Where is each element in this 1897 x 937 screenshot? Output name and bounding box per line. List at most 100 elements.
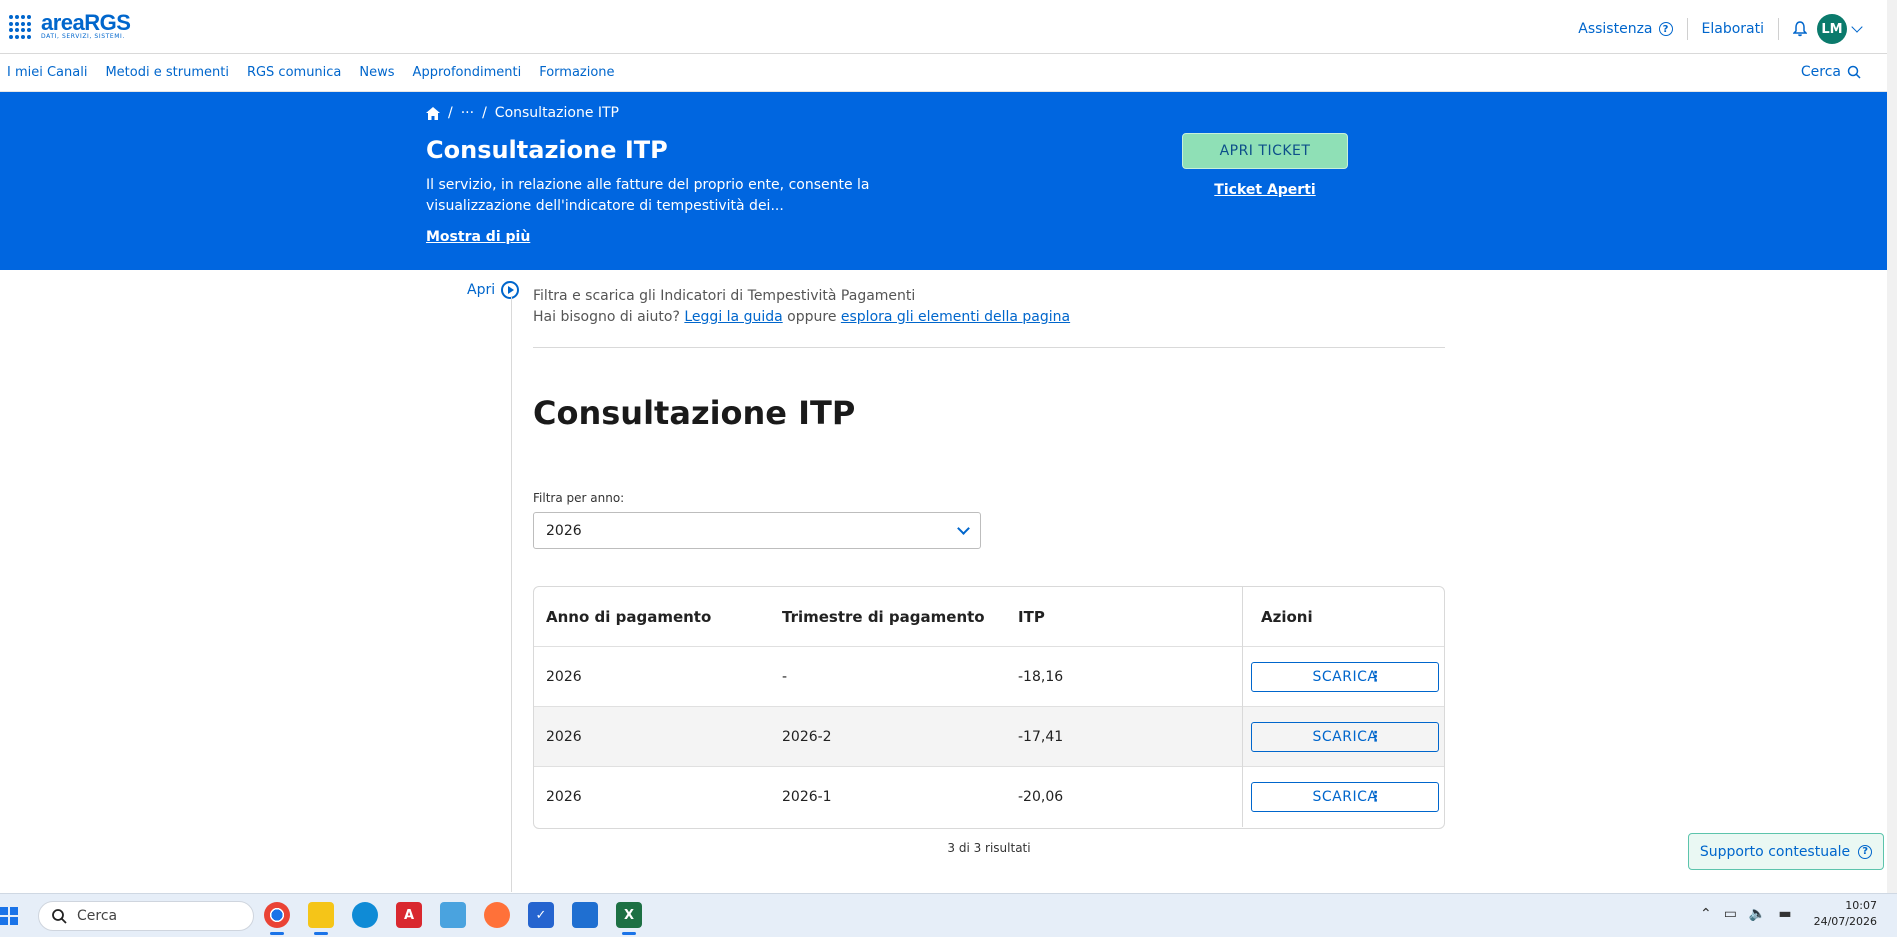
nav-item-formazione[interactable]: Formazione (539, 65, 614, 80)
nav-item-news[interactable]: News (359, 65, 394, 80)
cell-actions: SCARICA ⋮ (1242, 647, 1444, 707)
system-tray: ⌃ ▭ 🔈 ▬ (1688, 906, 1792, 922)
arearg-logo[interactable]: areaRGS DATI, SERVIZI, SISTEMI. (9, 12, 131, 41)
results-count: 3 di 3 risultati (947, 841, 1031, 855)
nav-item-rgs-comunica[interactable]: RGS comunica (247, 65, 341, 80)
contextual-support-button[interactable]: Supporto contestuale ? (1688, 833, 1884, 870)
chevron-up-icon[interactable]: ⌃ (1700, 906, 1712, 922)
guide-link[interactable]: Leggi la guida (684, 309, 782, 325)
cell-trimestre: 2026-1 (782, 789, 832, 805)
itp-table: Anno di pagamento Trimestre di pagamento… (533, 586, 1445, 829)
home-icon[interactable] (426, 106, 440, 120)
explore-elements-link[interactable]: esplora gli elementi della pagina (841, 309, 1070, 325)
nav-item-miei-canali[interactable]: I miei Canali (7, 65, 87, 80)
support-label: Supporto contestuale (1699, 843, 1851, 860)
hero-description: Il servizio, in relazione alle fatture d… (426, 177, 870, 214)
page-title: Consultazione ITP (533, 394, 856, 432)
taskbar-search-label: Cerca (77, 908, 118, 924)
firefox-icon[interactable] (484, 902, 510, 928)
breadcrumb: / ··· / Consultazione ITP (426, 105, 619, 121)
cell-actions: SCARICA ⋮ (1242, 707, 1444, 767)
battery-icon[interactable]: ▬ (1778, 906, 1791, 922)
windows-start-icon[interactable] (0, 907, 18, 925)
volume-icon[interactable]: 🔈 (1749, 906, 1766, 922)
cell-anno: 2026 (546, 729, 582, 745)
avatar[interactable]: LM (1817, 14, 1847, 44)
divider (1686, 18, 1688, 40)
kebab-menu-icon[interactable]: ⋮ (1369, 670, 1384, 684)
download-button[interactable]: SCARICA ⋮ (1251, 782, 1439, 812)
nav-item-metodi-strumenti[interactable]: Metodi e strumenti (105, 65, 228, 80)
open-ticket-button[interactable]: APRI TICKET (1182, 133, 1348, 169)
year-select-value: 2026 (546, 523, 582, 539)
table-row: 2026 2026-2 -17,41 SCARICA ⋮ (534, 707, 1444, 767)
cell-anno: 2026 (546, 789, 582, 805)
todo-icon[interactable]: ✓ (528, 902, 554, 928)
download-button[interactable]: SCARICA ⋮ (1251, 722, 1439, 752)
photos-icon[interactable] (440, 902, 466, 928)
column-header-itp[interactable]: ITP (1018, 587, 1045, 647)
file-explorer-icon[interactable] (308, 902, 334, 935)
help-text: Hai bisogno di aiuto? Leggi la guida opp… (533, 309, 1070, 325)
cell-trimestre: 2026-2 (782, 729, 832, 745)
search-icon (1847, 65, 1861, 79)
divider (511, 296, 512, 892)
chevron-down-icon (957, 522, 970, 535)
table-row: 2026 - -18,16 SCARICA ⋮ (534, 647, 1444, 707)
divider (1778, 18, 1779, 40)
edge-icon[interactable] (352, 902, 378, 928)
chevron-down-icon[interactable] (1851, 21, 1863, 33)
nav-item-approfondimenti[interactable]: Approfondimenti (413, 65, 522, 80)
cell-itp: -18,16 (1018, 669, 1064, 685)
column-header-azioni: Azioni (1242, 587, 1444, 647)
help-icon: ? (1658, 22, 1673, 36)
table-row: 2026 2026-1 -20,06 SCARICA ⋮ (534, 767, 1444, 827)
scrollbar[interactable] (1887, 0, 1897, 893)
column-header-anno[interactable]: Anno di pagamento (546, 587, 711, 647)
download-button[interactable]: SCARICA ⋮ (1251, 662, 1439, 692)
cell-anno: 2026 (546, 669, 582, 685)
cell-itp: -20,06 (1018, 789, 1064, 805)
help-icon: ? (1858, 844, 1873, 859)
table-header-row: Anno di pagamento Trimestre di pagamento… (534, 587, 1444, 647)
clock-date: 24/07/2026 (1813, 915, 1877, 928)
divider (533, 347, 1445, 348)
kebab-menu-icon[interactable]: ⋮ (1369, 730, 1384, 744)
taskbar-search[interactable]: Cerca (38, 901, 254, 931)
assistenza-label: Assistenza (1578, 21, 1653, 37)
help-or: oppure (787, 309, 837, 325)
excel-icon[interactable]: X (616, 902, 642, 935)
chrome-icon[interactable] (264, 902, 290, 935)
os-taskbar: Cerca A ✓ X ⌃ ▭ 🔈 ▬ 10:07 24/07/2026 (0, 893, 1897, 937)
nav-search-label: Cerca (1800, 64, 1841, 80)
cell-trimestre: - (782, 669, 788, 685)
hero-title: Consultazione ITP (426, 136, 668, 164)
hero-banner: / ··· / Consultazione ITP Consultazione … (0, 92, 1897, 270)
clock-time: 10:07 (1845, 899, 1877, 912)
column-header-trimestre[interactable]: Trimestre di pagamento (782, 587, 985, 647)
cell-actions: SCARICA ⋮ (1242, 767, 1444, 827)
breadcrumb-ellipsis[interactable]: ··· (461, 105, 474, 121)
top-header: areaRGS DATI, SERVIZI, SISTEMI. Assisten… (0, 0, 1897, 54)
assistenza-link[interactable]: Assistenza ? (1578, 21, 1673, 37)
search-icon (52, 909, 67, 924)
clock[interactable]: 10:07 24/07/2026 (1814, 898, 1877, 930)
breadcrumb-separator: / (482, 105, 487, 121)
cell-itp: -17,41 (1018, 729, 1064, 745)
breadcrumb-separator: / (448, 105, 453, 121)
sidebar-open-label: Apri (467, 282, 496, 298)
intro-text: Filtra e scarica gli Indicatori di Tempe… (533, 288, 916, 304)
nav-search-button[interactable]: Cerca (1801, 64, 1861, 80)
acrobat-icon[interactable]: A (396, 902, 422, 928)
breadcrumb-current: Consultazione ITP (494, 105, 619, 121)
help-question: Hai bisogno di aiuto? (533, 309, 680, 325)
open-tickets-link[interactable]: Ticket Aperti (1182, 182, 1348, 198)
filter-year-label: Filtra per anno: (533, 491, 625, 505)
show-more-link[interactable]: Mostra di più (426, 229, 530, 245)
store-icon[interactable] (572, 902, 598, 928)
bell-icon[interactable] (1793, 21, 1807, 37)
kebab-menu-icon[interactable]: ⋮ (1369, 790, 1384, 804)
year-select[interactable]: 2026 (533, 512, 981, 549)
network-icon[interactable]: ▭ (1724, 906, 1737, 922)
elaborati-link[interactable]: Elaborati (1702, 21, 1764, 37)
